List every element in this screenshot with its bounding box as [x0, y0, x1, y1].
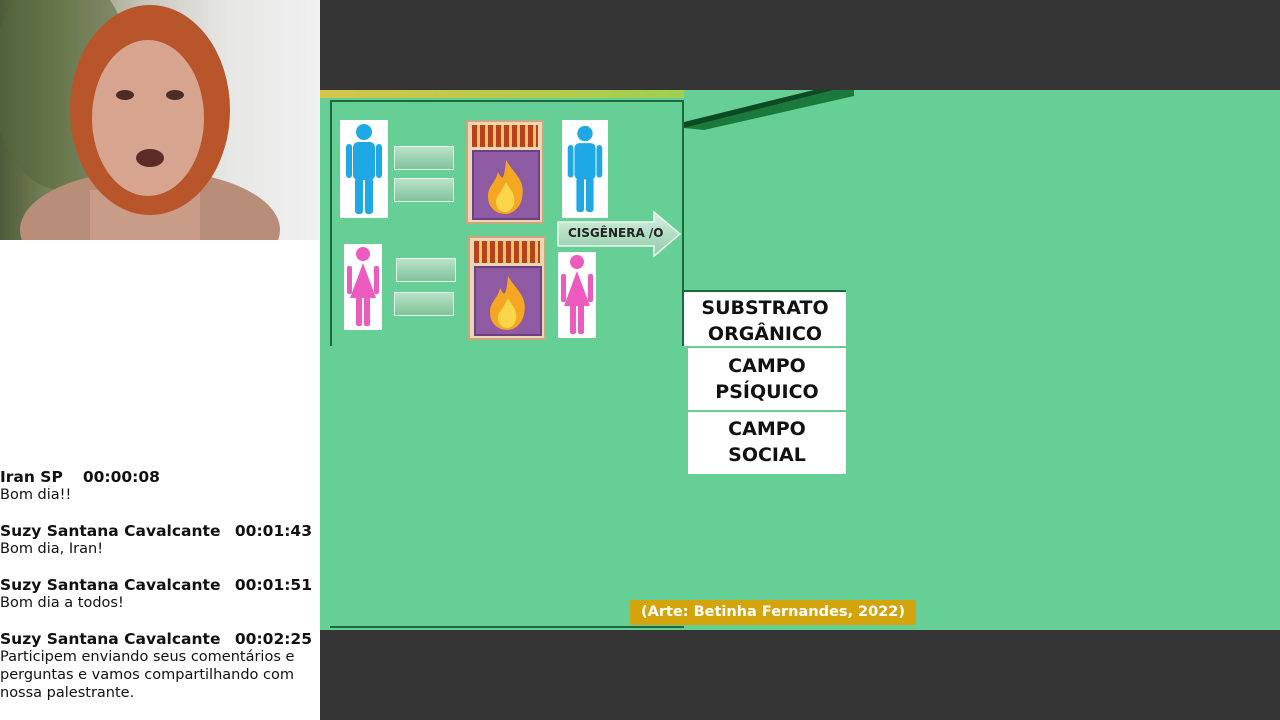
chat-time: 00:01:43	[234, 522, 312, 540]
concept-line: CAMPO	[728, 355, 806, 377]
chat-time: 00:01:51	[234, 576, 312, 594]
concept-box-social: CAMPO SOCIAL	[688, 412, 846, 474]
label-bar	[394, 178, 454, 202]
chat-text: Participem enviando seus comentários e p…	[0, 649, 295, 701]
chat-message: Suzy Santana Cavalcante 00:01:43 Bom dia…	[0, 522, 320, 558]
chat-text: Bom dia, Iran!	[0, 541, 104, 557]
chat-message: Suzy Santana Cavalcante 00:01:51 Bom dia…	[0, 576, 320, 612]
matchbox-fire-icon	[466, 120, 544, 224]
male-figure-icon	[567, 125, 603, 213]
speaker-video	[0, 0, 320, 240]
chat-message: Suzy Santana Cavalcante 00:02:25 Partici…	[0, 630, 320, 702]
label-bar	[394, 292, 454, 316]
bottom-letterbox	[320, 630, 1280, 720]
figure-card	[340, 120, 388, 218]
label-bar	[394, 146, 454, 170]
chat-author: Iran SP	[0, 468, 63, 486]
figure-card	[558, 252, 596, 338]
chat-panel[interactable]: Iran SP 00:00:08 Bom dia!! Suzy Santana …	[0, 240, 320, 720]
top-letterbox	[320, 0, 1280, 90]
female-figure-icon	[347, 247, 379, 326]
matchbox-fire-icon	[468, 236, 546, 340]
chat-text: Bom dia!!	[0, 487, 72, 503]
art-credit: (Arte: Betinha Fernandes, 2022)	[630, 600, 916, 625]
figure-card	[344, 244, 382, 330]
concept-line: PSÍQUICO	[715, 381, 819, 403]
concept-line: SOCIAL	[728, 444, 806, 466]
concept-box-substrato: SUBSTRATO ORGÂNICO	[684, 290, 846, 346]
slide-decoration	[684, 90, 854, 130]
concept-box-psiquico: CAMPO PSÍQUICO	[688, 348, 846, 410]
concept-line: CAMPO	[728, 418, 806, 440]
male-figure-icon	[346, 124, 382, 214]
label-bar	[396, 258, 456, 282]
meeting-window: Iran SP 00:00:08 Bom dia!! Suzy Santana …	[0, 0, 1280, 720]
chat-time: 00:00:08	[82, 468, 160, 486]
chat-text: Bom dia a todos!	[0, 595, 124, 611]
concept-line: SUBSTRATO	[701, 297, 829, 319]
chat-author: Suzy Santana Cavalcante	[0, 576, 221, 594]
chat-message: Iran SP 00:00:08 Bom dia!!	[0, 468, 320, 504]
concept-line: ORGÂNICO	[707, 323, 823, 345]
slide-top-strip	[320, 90, 684, 98]
figure-card	[562, 120, 608, 218]
speaker-silhouette	[0, 0, 280, 240]
presentation-slide: CISGÊNERA /O SUBSTRATO ORGÂNICO CAMPO PS…	[320, 90, 1280, 630]
chat-author: Suzy Santana Cavalcante	[0, 630, 221, 648]
chat-time: 00:02:25	[234, 630, 312, 648]
female-figure-icon	[561, 255, 593, 334]
chat-author: Suzy Santana Cavalcante	[0, 522, 221, 540]
cisgender-label: CISGÊNERA /O	[568, 226, 664, 240]
slide-divider	[330, 626, 684, 628]
